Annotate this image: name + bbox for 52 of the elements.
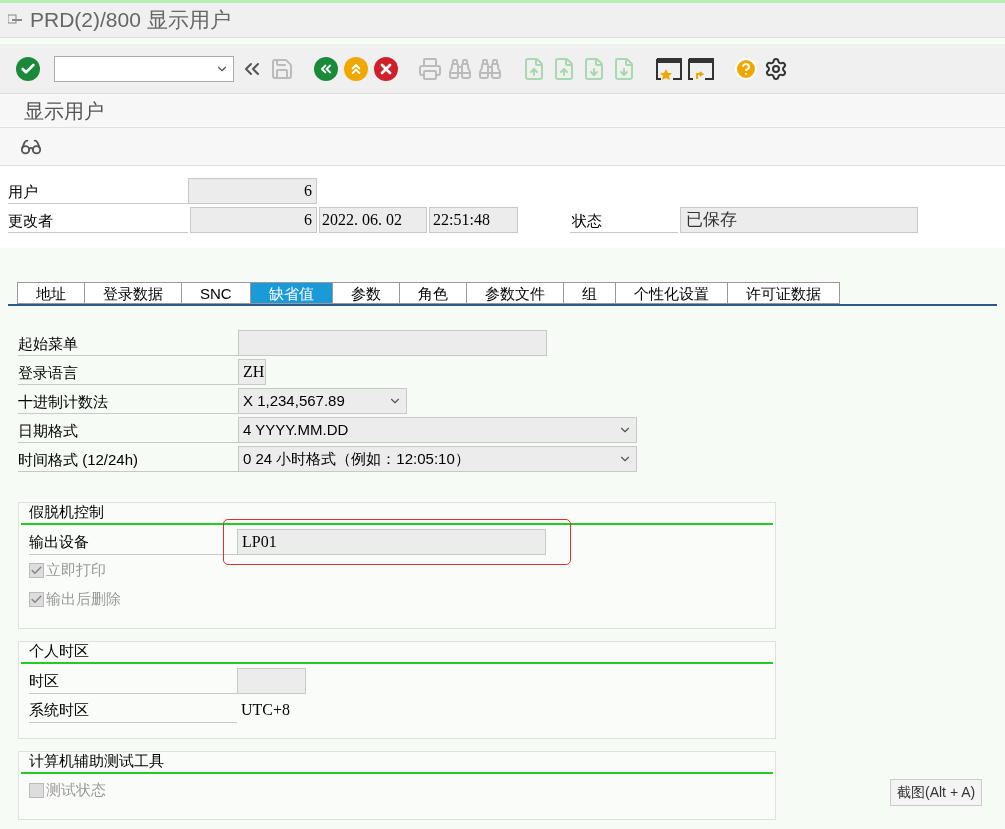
help-icon[interactable] bbox=[734, 56, 758, 81]
tab[interactable]: 参数文件 bbox=[465, 282, 564, 304]
command-field[interactable] bbox=[54, 55, 234, 82]
dropdown-field[interactable]: 4 YYYY.MM.DD bbox=[238, 417, 637, 443]
tab[interactable]: SNC bbox=[181, 282, 251, 304]
find-next-icon[interactable] bbox=[478, 56, 502, 81]
first-page-icon[interactable] bbox=[522, 56, 546, 81]
tooltip: 截图(Alt + A) bbox=[890, 779, 983, 806]
previous-page-icon[interactable] bbox=[552, 56, 576, 81]
next-page-icon[interactable] bbox=[582, 56, 606, 81]
input-field[interactable] bbox=[238, 330, 547, 356]
tab[interactable]: 参数 bbox=[331, 282, 400, 304]
back-icon[interactable] bbox=[314, 56, 338, 81]
status-field: 已保存 bbox=[680, 207, 918, 233]
tab[interactable]: 角色 bbox=[398, 282, 467, 304]
tab[interactable]: 组 bbox=[562, 282, 616, 304]
input-field[interactable]: ZH bbox=[238, 359, 266, 385]
tab[interactable]: 登录数据 bbox=[84, 282, 182, 304]
checkbox-label: 测试状态 bbox=[46, 780, 106, 801]
tab[interactable]: 地址 bbox=[17, 282, 85, 304]
window-title: PRD(2)/800 显示用户 bbox=[30, 7, 231, 34]
field-value: UTC+8 bbox=[240, 700, 292, 718]
input-field: 6 bbox=[190, 207, 317, 233]
settings-icon[interactable] bbox=[764, 56, 788, 81]
field-label: 系统时区 bbox=[29, 696, 237, 723]
tab[interactable]: 许可证数据 bbox=[726, 282, 840, 304]
tab[interactable]: 个性化设置 bbox=[614, 282, 728, 304]
field-label: 状态 bbox=[570, 207, 678, 233]
window-arrow-icon[interactable] bbox=[688, 56, 714, 81]
dropdown-field[interactable]: X 1,234,567.89 bbox=[238, 388, 407, 414]
screen-title: 显示用户 bbox=[24, 98, 104, 124]
find-icon[interactable] bbox=[448, 56, 472, 81]
save-icon[interactable] bbox=[270, 56, 294, 81]
cancel-icon[interactable] bbox=[374, 56, 398, 81]
input-field: 6 bbox=[188, 178, 317, 204]
window-star-icon[interactable] bbox=[656, 56, 682, 81]
field-label: 更改者 bbox=[8, 207, 188, 233]
checkbox-label: 立即打印 bbox=[46, 560, 106, 581]
menu-icon[interactable] bbox=[8, 14, 22, 26]
up-icon[interactable] bbox=[344, 56, 368, 81]
checkbox-label: 输出后删除 bbox=[46, 589, 121, 610]
group-title: 假脱机控制 bbox=[29, 501, 104, 522]
print-icon[interactable] bbox=[418, 56, 442, 81]
last-page-icon[interactable] bbox=[612, 56, 636, 81]
enter-icon[interactable] bbox=[16, 56, 40, 81]
dropdown-field[interactable]: 0 24 小时格式（例如：12:05:10） bbox=[238, 446, 637, 472]
input-field[interactable]: LP01 bbox=[237, 528, 546, 555]
group-title: 计算机辅助测试工具 bbox=[29, 750, 164, 771]
input-field[interactable] bbox=[237, 667, 306, 694]
time-field: 22:51:48 bbox=[429, 207, 518, 233]
group-title: 个人时区 bbox=[29, 640, 89, 661]
date-field: 2022. 06. 02 bbox=[319, 207, 427, 233]
